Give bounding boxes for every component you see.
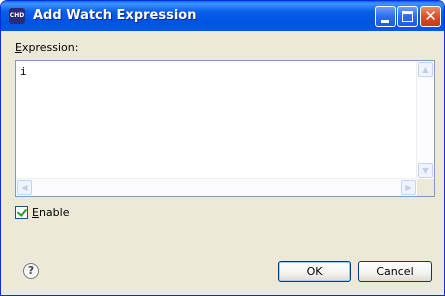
vertical-scrollbar[interactable]: ▲ ▼ [416,61,434,179]
scroll-corner [417,179,434,196]
help-icon[interactable]: ? [23,263,39,279]
enable-label-text: nable [38,206,70,219]
maximize-icon [402,11,413,22]
minimize-button[interactable] [375,6,396,27]
close-icon: ✕ [424,7,437,25]
scroll-down-icon[interactable]: ▼ [418,163,433,178]
enable-checkbox[interactable] [15,206,28,219]
scroll-up-icon[interactable]: ▲ [418,62,433,77]
checkmark-icon [16,206,28,217]
close-button[interactable]: ✕ [420,6,441,27]
expression-value: i [20,65,27,78]
cancel-button[interactable]: Cancel [358,261,432,282]
horizontal-scrollbar[interactable]: ◀ ▶ [16,178,417,196]
minimize-icon [381,20,389,23]
dialog-title: Add Watch Expression [33,8,197,23]
title-bar[interactable]: CHD Add Watch Expression ✕ [1,1,444,31]
expression-label-text: xpression: [21,41,79,54]
scroll-right-icon[interactable]: ▶ [401,180,416,195]
add-watch-dialog: CHD Add Watch Expression ✕ Expression: i… [0,0,445,296]
app-icon: CHD [9,8,25,24]
expression-label-mnemonic: E [15,41,22,54]
enable-checkbox-row[interactable]: Enable [15,206,69,219]
expression-label: Expression: [15,41,78,54]
ok-button[interactable]: OK [278,261,351,282]
scroll-left-icon[interactable]: ◀ [17,180,32,195]
enable-label: Enable [32,206,69,219]
maximize-button[interactable] [397,6,418,27]
enable-label-mnemonic: E [32,206,39,219]
expression-textarea[interactable]: i ▲ ▼ ◀ ▶ [15,60,435,197]
